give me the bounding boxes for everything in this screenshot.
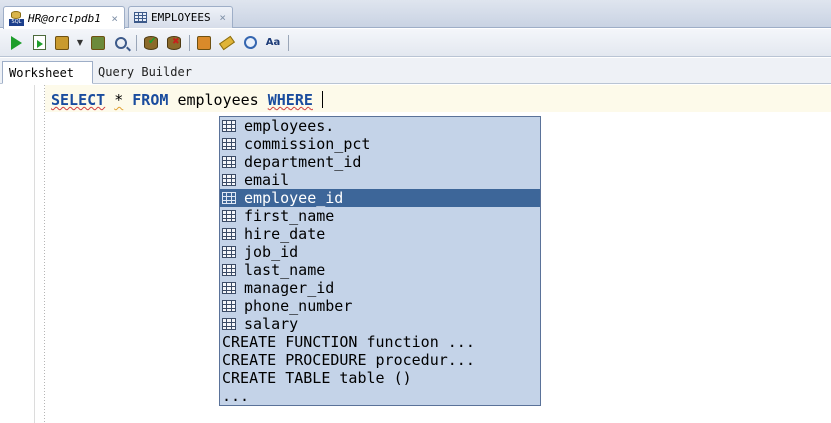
completion-item[interactable]: employee_id <box>220 189 540 207</box>
completion-item[interactable]: job_id <box>220 243 540 261</box>
tab-label: HR@orclpdb1 <box>28 11 101 25</box>
sql-tuning-button[interactable] <box>111 33 131 53</box>
clear-button[interactable] <box>217 33 237 53</box>
completion-item[interactable]: CREATE PROCEDURE procedur... <box>220 351 540 369</box>
completion-item[interactable]: commission_pct <box>220 135 540 153</box>
rollback-button[interactable] <box>164 33 184 53</box>
completion-item[interactable]: CREATE TABLE table () <box>220 369 540 387</box>
completion-item[interactable]: CREATE FUNCTION function ... <box>220 333 540 351</box>
text-caret <box>321 91 323 108</box>
tab-hr-orclpdb1[interactable]: SQL HR@orclpdb1 × <box>3 6 125 29</box>
toolbar-separator <box>136 34 137 51</box>
completion-item[interactable]: first_name <box>220 207 540 225</box>
completion-item-label: department_id <box>244 153 362 171</box>
close-icon[interactable]: × <box>219 11 226 24</box>
code-completion-popup[interactable]: employees. commission_pct department_id ema… <box>219 116 541 406</box>
gutter-divider <box>34 85 35 423</box>
column-icon <box>222 120 236 132</box>
column-icon <box>222 192 236 204</box>
completion-item-label: CREATE TABLE table () <box>222 369 412 387</box>
tab-label: EMPLOYEES <box>151 11 211 24</box>
column-icon <box>222 156 236 168</box>
column-icon <box>222 228 236 240</box>
explain-plan-icon <box>91 35 105 50</box>
code-line[interactable]: SELECT * FROM employees WHERE <box>51 91 323 109</box>
column-icon <box>222 246 236 258</box>
margin-guide <box>44 85 45 423</box>
sql-history-icon <box>243 36 257 49</box>
sql-history-button[interactable] <box>240 33 260 53</box>
completion-item-label: salary <box>244 315 299 333</box>
explain-plan-button[interactable] <box>88 33 108 53</box>
sql-tuning-icon <box>115 36 127 49</box>
keyword-select: SELECT <box>51 91 106 109</box>
toolbar-separator <box>288 34 289 51</box>
column-icon <box>222 318 236 330</box>
completion-item[interactable]: last_name <box>220 261 540 279</box>
table-identifier: employees <box>177 91 259 109</box>
completion-item-label: commission_pct <box>244 135 371 153</box>
clear-eraser-icon <box>218 35 236 50</box>
completion-item[interactable]: salary <box>220 315 540 333</box>
completion-item-label: job_id <box>244 243 299 261</box>
run-statement-icon <box>10 35 22 50</box>
completion-item-label: employees. <box>244 117 335 135</box>
toolbar-separator <box>189 34 190 51</box>
completion-item-label: phone_number <box>244 297 353 315</box>
tab-worksheet[interactable]: Worksheet <box>2 61 93 84</box>
run-script-button[interactable] <box>29 33 49 53</box>
completion-item[interactable]: department_id <box>220 153 540 171</box>
keyword-from: FROM <box>132 91 169 109</box>
autotrace-button[interactable] <box>52 33 72 53</box>
commit-db-icon <box>144 35 158 50</box>
column-icon <box>222 138 236 150</box>
worksheet-subtabs: Worksheet Query Builder <box>0 58 831 84</box>
column-icon <box>222 282 236 294</box>
keyword-where: WHERE <box>267 91 313 109</box>
tab-query-builder[interactable]: Query Builder <box>92 61 202 84</box>
completion-item-label: employee_id <box>244 189 344 207</box>
completion-item-label: first_name <box>244 207 335 225</box>
document-tab-strip: SQL HR@orclpdb1 × EMPLOYEES × <box>0 0 831 29</box>
completion-item-label: ... <box>222 387 250 405</box>
close-icon[interactable]: × <box>111 12 118 25</box>
completion-item-label: hire_date <box>244 225 326 243</box>
sql-worksheet-icon: SQL <box>9 10 24 26</box>
completion-item[interactable]: ... <box>220 387 540 405</box>
column-icon <box>222 264 236 276</box>
rollback-db-icon <box>167 35 181 50</box>
completion-item[interactable]: phone_number <box>220 297 540 315</box>
commit-button[interactable] <box>141 33 161 53</box>
column-icon <box>222 300 236 312</box>
run-statement-button[interactable] <box>6 33 26 53</box>
table-icon <box>134 12 147 23</box>
run-script-icon <box>32 35 46 50</box>
dropdown-button[interactable]: ▼ <box>75 33 85 53</box>
tab-employees[interactable]: EMPLOYEES × <box>128 6 233 28</box>
completion-item-label: CREATE PROCEDURE procedur... <box>222 351 475 369</box>
format-case-button[interactable]: Aa <box>263 33 283 53</box>
column-icon <box>222 174 236 186</box>
star-token: * <box>114 91 124 109</box>
completion-item-label: last_name <box>244 261 326 279</box>
completion-item-label: manager_id <box>244 279 335 297</box>
completion-item-label: email <box>244 171 290 189</box>
column-icon <box>222 210 236 222</box>
format-case-icon: Aa <box>265 37 281 48</box>
chevron-down-icon: ▼ <box>76 38 84 47</box>
completion-item[interactable]: hire_date <box>220 225 540 243</box>
worksheet-toolbar: ▼ Aa <box>0 29 831 57</box>
completion-item[interactable]: employees. <box>220 117 540 135</box>
unshared-sql-button[interactable] <box>194 33 214 53</box>
completion-item[interactable]: email <box>220 171 540 189</box>
completion-item-label: CREATE FUNCTION function ... <box>222 333 475 351</box>
autotrace-icon <box>55 35 69 50</box>
unshared-sql-icon <box>197 35 211 50</box>
completion-item[interactable]: manager_id <box>220 279 540 297</box>
